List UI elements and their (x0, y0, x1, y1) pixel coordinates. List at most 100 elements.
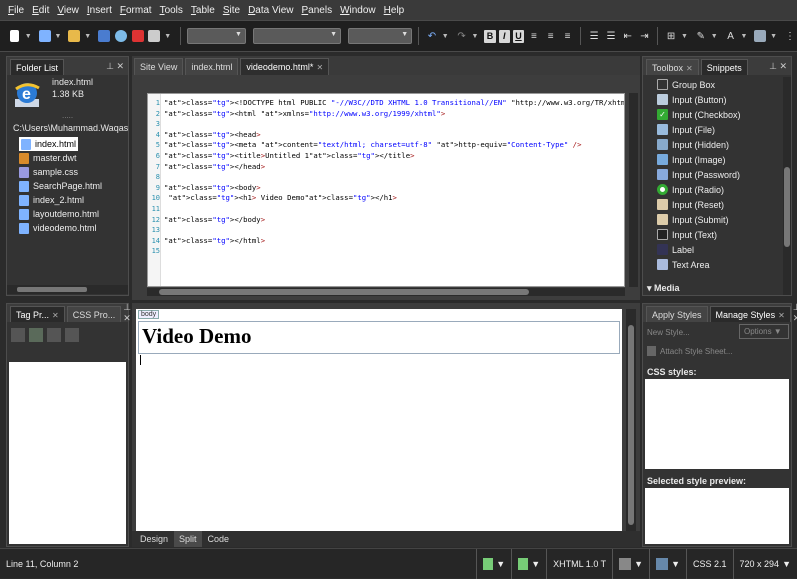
file-item[interactable]: SearchPage.html (19, 179, 102, 193)
tab-toolbox[interactable]: Toolbox ✕ (646, 59, 699, 75)
file-item[interactable]: index_2.html (19, 193, 84, 207)
align-left-icon[interactable]: ≡ (527, 28, 541, 44)
tab-videodemo-html[interactable]: videodemo.html* ✕ (240, 58, 330, 75)
new-page-icon[interactable] (38, 28, 52, 44)
pin-icon[interactable]: ⊥ ✕ (793, 302, 797, 324)
publish-icon[interactable] (114, 28, 128, 44)
toolbox-item[interactable]: Input (Reset) (657, 197, 724, 212)
tab-folder-list[interactable]: Folder List (10, 59, 65, 75)
design-vscroll[interactable] (626, 309, 636, 531)
toolbar-options-icon[interactable]: ⋮ (783, 28, 797, 44)
chevron-down-icon[interactable]: ▼ (770, 33, 777, 40)
chevron-down-icon[interactable]: ▼ (442, 33, 449, 40)
file-item[interactable]: videodemo.html (19, 221, 97, 235)
font-size-combo[interactable] (348, 28, 413, 44)
spell-check-icon[interactable] (131, 28, 145, 44)
decrease-indent-icon[interactable]: ⇤ (621, 28, 635, 44)
toolbox-item[interactable]: ✓ Input (Checkbox) (657, 107, 741, 122)
borders-icon[interactable]: ⊞ (664, 28, 678, 44)
folder-hscroll[interactable] (7, 285, 128, 294)
splitter-grip[interactable]: ..... (62, 111, 73, 120)
tab-apply-styles[interactable]: Apply Styles (646, 306, 708, 322)
new-style-link[interactable]: New Style... (647, 328, 690, 337)
categorized-icon[interactable] (11, 328, 25, 342)
code-line[interactable]: "at">class="tg"><head> (164, 130, 261, 140)
tab-manage-styles[interactable]: Manage Styles ✕ (709, 306, 791, 322)
file-item[interactable]: master.dwt (19, 151, 77, 165)
root-folder[interactable]: C:\Users\Muhammad.Waqas\Do (7, 121, 128, 134)
chevron-down-icon[interactable]: ▼ (472, 33, 479, 40)
new-file-icon[interactable] (8, 28, 22, 44)
code-hscroll[interactable] (147, 288, 625, 296)
close-icon[interactable]: ✕ (316, 63, 323, 72)
italic-icon[interactable]: I (498, 29, 510, 43)
save-icon[interactable] (97, 28, 111, 44)
properties-grid[interactable] (9, 362, 126, 544)
toolbox-item[interactable]: Text Area (657, 257, 710, 272)
close-icon[interactable]: ✕ (778, 311, 785, 320)
alphabetical-icon[interactable] (29, 328, 43, 342)
tab-snippets[interactable]: Snippets (700, 59, 748, 75)
undo-icon[interactable]: ↶ (425, 28, 439, 44)
font-combo[interactable] (252, 28, 342, 44)
chevron-down-icon[interactable]: ▼ (84, 33, 91, 40)
tab-site-view[interactable]: Site View (134, 58, 184, 75)
code-line[interactable]: "at">class="tg"><meta "at">content="text… (164, 140, 581, 150)
toolbox-item[interactable]: Input (Radio) (657, 182, 724, 197)
style-application-button[interactable]: ▼ (511, 548, 546, 579)
toolbox-item[interactable]: Input (File) (657, 122, 715, 137)
options-button[interactable]: Options ▼ (739, 324, 789, 339)
menu-help[interactable]: Help (380, 5, 409, 16)
code-line[interactable]: "at">class="tg"></body> (164, 215, 265, 225)
chevron-down-icon[interactable]: ▼ (25, 33, 32, 40)
code-line[interactable]: "at">class="tg"></head> (164, 162, 265, 172)
numbered-list-icon[interactable]: ☰ (587, 28, 601, 44)
toolbox-item[interactable]: Input (Password) (657, 167, 740, 182)
pin-icon[interactable]: ⊥ ✕ (106, 61, 128, 72)
pin-icon[interactable]: ⊥ ✕ (769, 61, 791, 72)
doctype-indicator[interactable]: XHTML 1.0 T (546, 548, 612, 579)
preview-icon[interactable] (148, 28, 162, 44)
font-color-icon[interactable]: A (724, 28, 738, 44)
design-heading[interactable]: Video Demo (138, 321, 620, 354)
tab-tag-properties[interactable]: Tag Pr... ✕ (10, 306, 65, 322)
code-line[interactable]: "at">class="tg"><title>Untitled 1"at">cl… (164, 151, 415, 161)
highlight-icon[interactable]: ✎ (694, 28, 708, 44)
scroll-thumb[interactable] (628, 325, 634, 525)
code-editor[interactable]: 1 "at">class="tg"><!DOCTYPE html PUBLIC "… (147, 93, 625, 287)
toolbox-item[interactable]: Input (Text) (657, 227, 717, 242)
browser-button[interactable]: ▼ (649, 548, 686, 579)
close-icon[interactable]: ✕ (52, 311, 59, 320)
chevron-down-icon[interactable]: ▼ (740, 33, 747, 40)
scroll-thumb[interactable] (159, 289, 529, 295)
visual-aids-button[interactable]: ▼ (476, 548, 511, 579)
toolbox-item[interactable]: Input (Image) (657, 152, 726, 167)
file-item[interactable]: index.html (19, 137, 79, 151)
toolbox-item[interactable]: Label (657, 242, 694, 257)
menu-panels[interactable]: Panels (297, 5, 336, 16)
code-line[interactable]: "at">class="tg"></html> (164, 236, 265, 246)
toolbox-vscroll[interactable] (783, 77, 791, 295)
tab-split[interactable]: Split (174, 531, 202, 547)
tab-index-html[interactable]: index.html (185, 58, 239, 75)
chevron-down-icon[interactable]: ▼ (681, 33, 688, 40)
tab-css-properties[interactable]: CSS Pro... (66, 306, 122, 322)
underline-icon[interactable]: U (512, 29, 525, 43)
menu-data-view[interactable]: Data View (244, 5, 297, 16)
toolbox-item[interactable]: Input (Hidden) (657, 137, 729, 152)
toolbox-item[interactable]: Input (Submit) (657, 212, 729, 227)
page-size-button[interactable]: 720 x 294 ▼ (732, 548, 797, 579)
chevron-down-icon[interactable]: ▼ (55, 33, 62, 40)
close-icon[interactable]: ✕ (686, 64, 693, 73)
align-right-icon[interactable]: ≡ (561, 28, 575, 44)
code-line[interactable]: "at">class="tg"><body> (164, 183, 261, 193)
menu-format[interactable]: Format (116, 5, 156, 16)
scroll-thumb[interactable] (17, 287, 87, 292)
attach-style-sheet-link[interactable]: Attach Style Sheet... (647, 346, 732, 356)
show-tag-icon[interactable] (65, 328, 79, 342)
scroll-thumb[interactable] (784, 167, 790, 247)
file-item[interactable]: sample.css (19, 165, 78, 179)
design-canvas[interactable]: body Video Demo (136, 309, 622, 531)
toolbox-item[interactable]: Group Box (657, 77, 715, 92)
bold-icon[interactable]: B (484, 29, 496, 43)
